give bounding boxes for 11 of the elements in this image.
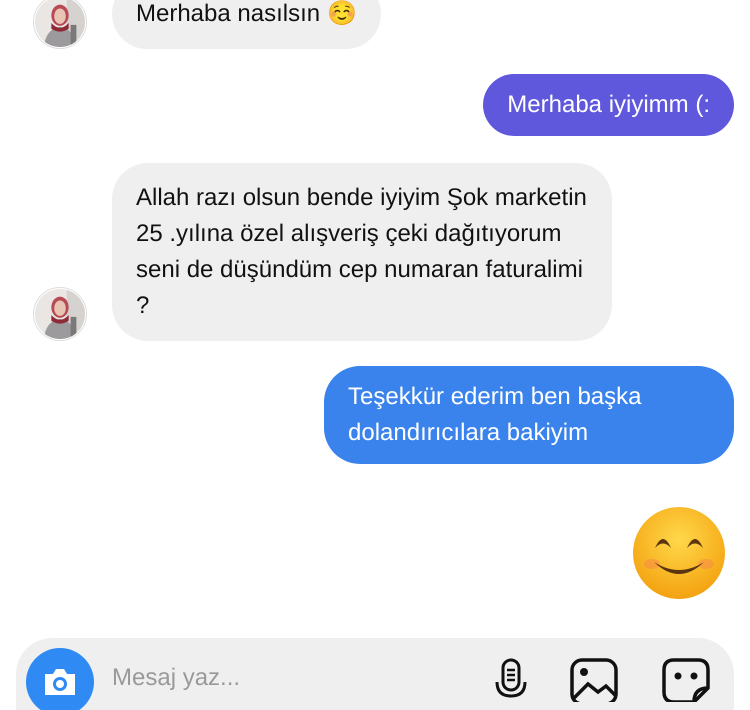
image-icon[interactable]: [570, 658, 618, 702]
message-bubble: Teşekkür ederim ben başka dolandırıcılara bakiyim: [324, 366, 734, 464]
camera-button[interactable]: [26, 648, 94, 710]
smiling-face-icon: [632, 506, 726, 600]
microphone-icon[interactable]: [494, 658, 528, 698]
sticker-icon[interactable]: [662, 658, 710, 702]
camera-icon: [42, 667, 78, 697]
message-bubble: Allah razı olsun bende iyiyim Şok marketin 25 .yılına özel alışveriş çeki dağıtıyorum seni de düşündüm cep numaran faturalimi ?: [112, 163, 612, 341]
message-bubble: Merhaba iyiyimm (:: [483, 74, 734, 136]
message-field[interactable]: Mesaj yaz...: [112, 664, 432, 692]
message-bubble: Merhaba nasılsın ☺: [112, 0, 381, 49]
